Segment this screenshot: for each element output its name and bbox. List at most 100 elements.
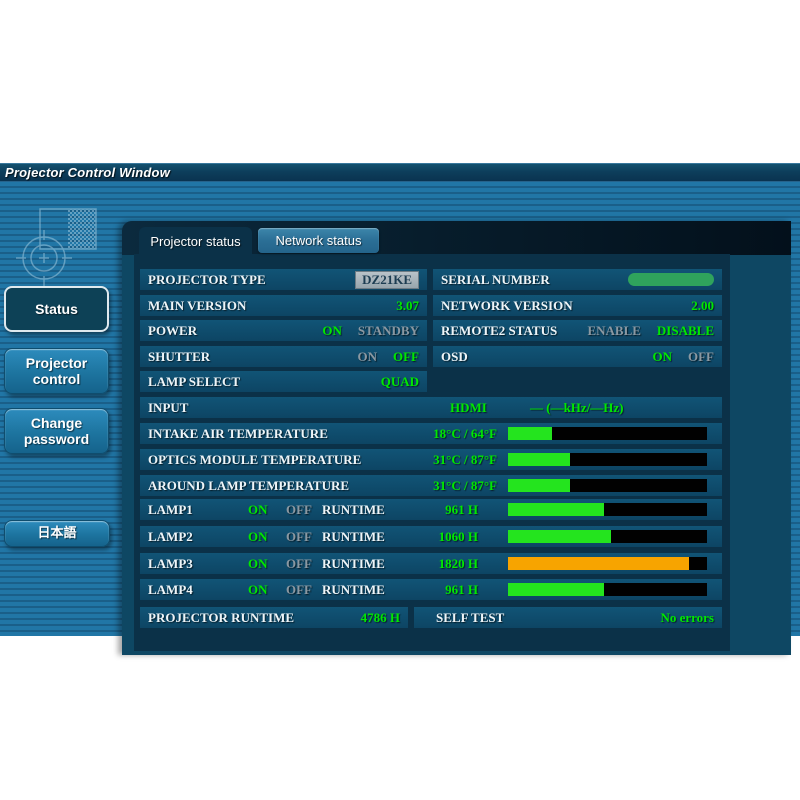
row-lamp4-label: LAMP4 bbox=[148, 582, 193, 598]
row-lamp2: LAMP2 ON OFF RUNTIME 1060 H bbox=[140, 526, 722, 547]
row-optics-module-temperature-label: OPTICS MODULE TEMPERATURE bbox=[148, 452, 361, 468]
row-intake-air-temperature-label: INTAKE AIR TEMPERATURE bbox=[148, 426, 328, 442]
row-power-label: POWER bbox=[148, 323, 197, 339]
lamp2-runtime-bar-fill bbox=[508, 530, 611, 543]
osd-off-value: OFF bbox=[688, 349, 714, 365]
sidebar-button-projector-control-label: Projector control bbox=[19, 355, 94, 387]
lamp1-on-value: ON bbox=[248, 502, 268, 518]
row-lamp1: LAMP1 ON OFF RUNTIME 961 H bbox=[140, 499, 722, 520]
sidebar-button-change-password-label: Change password bbox=[17, 415, 96, 447]
window-titlebar: Projector Control Window bbox=[0, 163, 800, 182]
row-projector-runtime: PROJECTOR RUNTIME 4786 H bbox=[140, 607, 408, 628]
sidebar-button-japanese-label: 日本語 bbox=[37, 526, 76, 541]
row-network-version-label: NETWORK VERSION bbox=[441, 298, 573, 314]
lamp1-runtime-label: RUNTIME bbox=[322, 502, 385, 518]
sidebar-button-status[interactable]: Status bbox=[4, 286, 109, 332]
row-osd-label: OSD bbox=[441, 349, 468, 365]
input-source-value: HDMI bbox=[450, 400, 487, 416]
optics-module-temperature-bar bbox=[508, 453, 707, 466]
row-projector-type-label: PROJECTOR TYPE bbox=[148, 272, 266, 288]
lamp4-runtime-bar-fill bbox=[508, 583, 604, 596]
page: Projector Control Window bbox=[0, 0, 800, 800]
row-projector-type: PROJECTOR TYPE DZ21KE bbox=[140, 269, 427, 290]
lamp4-on-value: ON bbox=[248, 582, 268, 598]
lamp1-runtime-value: 961 H bbox=[390, 502, 478, 518]
projector-control-window: Projector Control Window bbox=[0, 163, 800, 636]
row-lamp3: LAMP3 ON OFF RUNTIME 1820 H bbox=[140, 553, 722, 574]
row-remote2-status: REMOTE2 STATUS ENABLE DISABLE bbox=[433, 320, 722, 341]
row-around-lamp-temperature: AROUND LAMP TEMPERATURE 31°C / 87°F bbox=[140, 475, 722, 496]
sidebar-button-projector-control[interactable]: Projector control bbox=[4, 348, 109, 394]
self-test-value: No errors bbox=[660, 610, 714, 626]
shutter-on-value: ON bbox=[358, 349, 378, 365]
row-shutter: SHUTTER ON OFF bbox=[140, 346, 427, 367]
row-projector-runtime-label: PROJECTOR RUNTIME bbox=[148, 610, 294, 626]
lamp4-runtime-value: 961 H bbox=[390, 582, 478, 598]
lamp2-runtime-label: RUNTIME bbox=[322, 529, 385, 545]
row-self-test-label: SELF TEST bbox=[436, 610, 504, 626]
input-signal-value: — (—kHz/—Hz) bbox=[530, 400, 624, 416]
row-input-label: INPUT bbox=[148, 400, 188, 416]
around-lamp-temperature-value: 31°C / 87°F bbox=[340, 478, 497, 494]
intake-air-temperature-value: 18°C / 64°F bbox=[340, 426, 497, 442]
lamp1-off-value: OFF bbox=[286, 502, 312, 518]
row-input: INPUT HDMI — (—kHz/—Hz) bbox=[140, 397, 722, 418]
window-title: Projector Control Window bbox=[5, 165, 170, 180]
projector-type-value: DZ21KE bbox=[355, 271, 419, 289]
optics-module-temperature-bar-fill bbox=[508, 453, 570, 466]
lamp2-off-value: OFF bbox=[286, 529, 312, 545]
around-lamp-temperature-bar-fill bbox=[508, 479, 570, 492]
sidebar-button-status-label: Status bbox=[35, 301, 78, 317]
row-around-lamp-temperature-label: AROUND LAMP TEMPERATURE bbox=[148, 478, 349, 494]
projector-target-logo bbox=[8, 206, 108, 286]
power-standby-value: STANDBY bbox=[358, 323, 419, 339]
row-main-version-label: MAIN VERSION bbox=[148, 298, 246, 314]
row-shutter-label: SHUTTER bbox=[148, 349, 210, 365]
row-self-test: SELF TEST No errors bbox=[414, 607, 722, 628]
row-lamp-select-label: LAMP SELECT bbox=[148, 374, 240, 390]
main-version-value: 3.07 bbox=[396, 298, 419, 314]
tab-projector-status-label: Projector status bbox=[150, 234, 240, 249]
optics-module-temperature-value: 31°C / 87°F bbox=[340, 452, 497, 468]
tab-network-status-label: Network status bbox=[276, 233, 362, 248]
row-serial-number: SERIAL NUMBER bbox=[433, 269, 722, 290]
row-lamp3-label: LAMP3 bbox=[148, 556, 193, 572]
window-body: Status Projector control Change password… bbox=[0, 182, 800, 636]
row-serial-number-label: SERIAL NUMBER bbox=[441, 272, 550, 288]
lamp-select-value: QUAD bbox=[381, 374, 419, 390]
row-lamp-select: LAMP SELECT QUAD bbox=[140, 371, 427, 392]
intake-air-temperature-bar bbox=[508, 427, 707, 440]
lamp2-runtime-value: 1060 H bbox=[390, 529, 478, 545]
row-lamp1-label: LAMP1 bbox=[148, 502, 193, 518]
shutter-off-value: OFF bbox=[393, 349, 419, 365]
row-main-version: MAIN VERSION 3.07 bbox=[140, 295, 427, 316]
lamp4-off-value: OFF bbox=[286, 582, 312, 598]
serial-number-redaction bbox=[628, 273, 714, 286]
tab-projector-status[interactable]: Projector status bbox=[139, 227, 252, 255]
tab-network-status[interactable]: Network status bbox=[258, 228, 379, 253]
lamp2-runtime-bar bbox=[508, 530, 707, 543]
lamp3-off-value: OFF bbox=[286, 556, 312, 572]
lamp3-runtime-bar bbox=[508, 557, 707, 570]
main-panel: Projector status Network status PROJECTO… bbox=[122, 221, 791, 655]
sidebar-button-change-password[interactable]: Change password bbox=[4, 408, 109, 454]
remote2-enable-value: ENABLE bbox=[587, 323, 640, 339]
row-lamp2-label: LAMP2 bbox=[148, 529, 193, 545]
remote2-disable-value: DISABLE bbox=[657, 323, 714, 339]
osd-on-value: ON bbox=[653, 349, 673, 365]
around-lamp-temperature-bar bbox=[508, 479, 707, 492]
row-power: POWER ON STANDBY bbox=[140, 320, 427, 341]
lamp4-runtime-bar bbox=[508, 583, 707, 596]
row-optics-module-temperature: OPTICS MODULE TEMPERATURE 31°C / 87°F bbox=[140, 449, 722, 470]
row-osd: OSD ON OFF bbox=[433, 346, 722, 367]
power-on-value: ON bbox=[322, 323, 342, 339]
lamp2-on-value: ON bbox=[248, 529, 268, 545]
sidebar-button-japanese[interactable]: 日本語 bbox=[4, 520, 110, 547]
lamp3-runtime-bar-fill bbox=[508, 557, 689, 570]
lamp4-runtime-label: RUNTIME bbox=[322, 582, 385, 598]
row-lamp4: LAMP4 ON OFF RUNTIME 961 H bbox=[140, 579, 722, 600]
row-network-version: NETWORK VERSION 2.00 bbox=[433, 295, 722, 316]
projector-runtime-value: 4786 H bbox=[361, 610, 400, 626]
lamp1-runtime-bar bbox=[508, 503, 707, 516]
row-remote2-status-label: REMOTE2 STATUS bbox=[441, 323, 557, 339]
